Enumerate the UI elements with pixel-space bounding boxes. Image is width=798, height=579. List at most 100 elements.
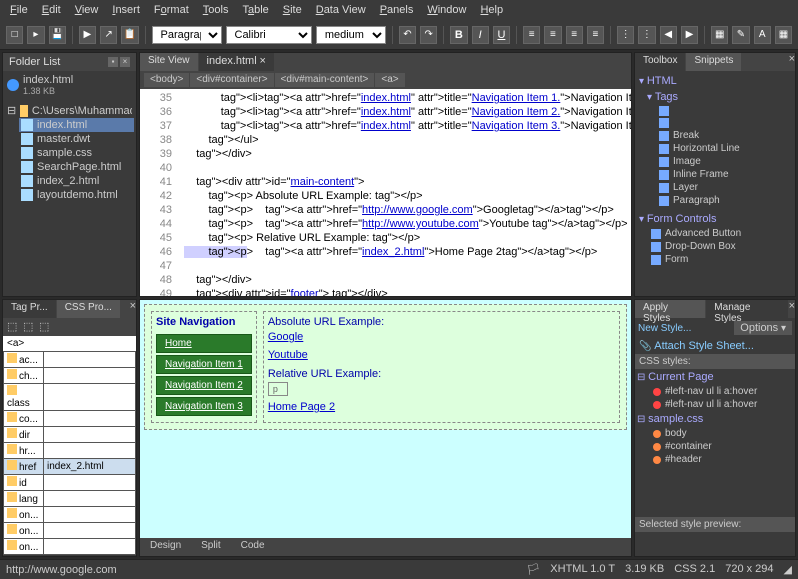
panel-close-icon[interactable]: × bbox=[120, 57, 130, 67]
tab-toolbox[interactable]: Toolbox bbox=[635, 53, 685, 71]
filter-icon[interactable]: ⬚ bbox=[23, 320, 37, 334]
style-rule[interactable]: body bbox=[649, 427, 795, 440]
toolbox-item[interactable]: Form bbox=[647, 253, 793, 266]
panel-pin-icon[interactable]: ▪ bbox=[108, 57, 118, 67]
menu-file[interactable]: File bbox=[4, 2, 34, 18]
property-row[interactable]: ch... bbox=[4, 368, 136, 384]
bullets-icon[interactable]: ⋮ bbox=[617, 26, 634, 44]
crumb-body[interactable]: <body> bbox=[144, 73, 189, 87]
tab-tagprops[interactable]: Tag Pr... bbox=[3, 300, 56, 318]
redo-icon[interactable]: ↷ bbox=[420, 26, 437, 44]
nav-button[interactable]: Navigation Item 1 bbox=[156, 355, 252, 374]
style-rule[interactable]: #left-nav ul li a:hover bbox=[649, 385, 795, 398]
style-rule[interactable]: #header bbox=[649, 453, 795, 466]
indent-icon[interactable]: ▶ bbox=[681, 26, 698, 44]
minus-icon[interactable]: ⊟ bbox=[7, 104, 16, 117]
tab-applystyles[interactable]: Apply Styles bbox=[635, 300, 705, 318]
crumb-main[interactable]: <div#main-content> bbox=[275, 73, 375, 87]
tab-cssprops[interactable]: CSS Pro... bbox=[57, 300, 120, 318]
status-doctype[interactable]: XHTML 1.0 T bbox=[550, 563, 615, 576]
link-google[interactable]: Google bbox=[268, 331, 303, 343]
panel-close-icon[interactable]: × bbox=[789, 53, 795, 65]
fontcolor-icon[interactable]: A bbox=[754, 26, 771, 44]
toolbox-item[interactable]: Advanced Button bbox=[647, 227, 793, 240]
outdent-icon[interactable]: ◀ bbox=[660, 26, 677, 44]
sort-icon[interactable]: ⬚ bbox=[7, 320, 21, 334]
justify-icon[interactable]: ≡ bbox=[587, 26, 604, 44]
folder-path[interactable]: ⊟ C:\Users\Muhammad.Waqas\Do bbox=[5, 103, 134, 118]
numbers-icon[interactable]: ⋮ bbox=[638, 26, 655, 44]
group-current-page[interactable]: ⊟ Current Page bbox=[635, 369, 795, 385]
az-icon[interactable]: ⬚ bbox=[39, 320, 53, 334]
property-row[interactable]: id bbox=[4, 475, 136, 491]
crumb-container[interactable]: <div#container> bbox=[190, 73, 273, 87]
property-row[interactable]: on... bbox=[4, 507, 136, 523]
property-row[interactable]: co... bbox=[4, 411, 136, 427]
toolbox-item[interactable]: Drop-Down Box bbox=[647, 240, 793, 253]
align-left-icon[interactable]: ≡ bbox=[523, 26, 540, 44]
crumb-a[interactable]: <a> bbox=[375, 73, 404, 87]
file-item[interactable]: index.html bbox=[19, 118, 134, 132]
tab-code[interactable]: Code bbox=[231, 538, 275, 556]
bold-icon[interactable]: B bbox=[450, 26, 467, 44]
property-row[interactable]: on... bbox=[4, 523, 136, 539]
new-style-link[interactable]: New Style... bbox=[638, 323, 691, 334]
toolbox-item[interactable]: Break bbox=[655, 129, 793, 142]
nav-button[interactable]: Navigation Item 2 bbox=[156, 376, 252, 395]
group-form[interactable]: ▾ Form Controls bbox=[637, 211, 793, 227]
save-icon[interactable]: 💾 bbox=[49, 26, 66, 44]
align-center-icon[interactable]: ≡ bbox=[544, 26, 561, 44]
menu-site[interactable]: Site bbox=[277, 2, 308, 18]
toolbox-item[interactable]: Paragraph bbox=[655, 194, 793, 207]
menu-panels[interactable]: Panels bbox=[374, 2, 420, 18]
menu-help[interactable]: Help bbox=[474, 2, 509, 18]
file-item[interactable]: layoutdemo.html bbox=[19, 188, 134, 202]
property-row[interactable]: hrefindex_2.html bbox=[4, 459, 136, 475]
preview-icon[interactable]: ▶ bbox=[79, 26, 96, 44]
status-zoom-icon[interactable]: ◢ bbox=[784, 563, 792, 576]
tab-split[interactable]: Split bbox=[191, 538, 230, 556]
menu-dataview[interactable]: Data View bbox=[310, 2, 372, 18]
file-item[interactable]: sample.css bbox=[19, 146, 134, 160]
property-row[interactable]: lang bbox=[4, 491, 136, 507]
nav-button[interactable]: Navigation Item 3 bbox=[156, 397, 252, 416]
menu-view[interactable]: View bbox=[69, 2, 105, 18]
undo-icon[interactable]: ↶ bbox=[399, 26, 416, 44]
file-item[interactable]: SearchPage.html bbox=[19, 160, 134, 174]
new-icon[interactable]: □ bbox=[6, 26, 23, 44]
attach-stylesheet-link[interactable]: 📎 Attach Style Sheet... bbox=[639, 341, 754, 352]
group-html[interactable]: ▾ HTML bbox=[637, 73, 793, 89]
font-combo[interactable]: Calibri bbox=[226, 26, 312, 44]
menu-edit[interactable]: Edit bbox=[36, 2, 67, 18]
toolbox-item[interactable]: Inline Frame bbox=[655, 168, 793, 181]
italic-icon[interactable]: I bbox=[472, 26, 489, 44]
menu-insert[interactable]: Insert bbox=[106, 2, 146, 18]
property-row[interactable]: on... bbox=[4, 539, 136, 555]
toolbox-item[interactable]: Layer bbox=[655, 181, 793, 194]
status-css[interactable]: CSS 2.1 bbox=[674, 563, 715, 576]
size-combo[interactable]: medium bbox=[316, 26, 386, 44]
tab-close-icon[interactable]: × bbox=[259, 55, 265, 67]
table-icon[interactable]: ▦ bbox=[775, 26, 792, 44]
menu-table[interactable]: Table bbox=[236, 2, 274, 18]
tab-managestyles[interactable]: Manage Styles bbox=[706, 300, 787, 318]
file-item[interactable]: master.dwt bbox=[19, 132, 134, 146]
toolbox-item[interactable]: Horizontal Line bbox=[655, 142, 793, 155]
file-item[interactable]: index_2.html bbox=[19, 174, 134, 188]
toolbox-item[interactable] bbox=[655, 117, 793, 129]
link-homepage2[interactable]: Home Page 2 bbox=[268, 401, 335, 413]
tab-indexhtml[interactable]: index.html × bbox=[199, 53, 274, 71]
property-row[interactable]: dir bbox=[4, 427, 136, 443]
style-rule[interactable]: #container bbox=[649, 440, 795, 453]
underline-icon[interactable]: U bbox=[493, 26, 510, 44]
align-right-icon[interactable]: ≡ bbox=[566, 26, 583, 44]
property-row[interactable]: hr... bbox=[4, 443, 136, 459]
paste-icon[interactable]: 📋 bbox=[121, 26, 138, 44]
panel-close-icon[interactable]: × bbox=[789, 300, 795, 312]
publish-icon[interactable]: ↗ bbox=[100, 26, 117, 44]
tab-snippets[interactable]: Snippets bbox=[686, 53, 741, 71]
property-row[interactable]: class bbox=[4, 384, 136, 411]
group-sample-css[interactable]: ⊟ sample.css bbox=[635, 411, 795, 427]
toolbox-item[interactable]: Image bbox=[655, 155, 793, 168]
design-surface[interactable]: Site Navigation HomeNavigation Item 1Nav… bbox=[140, 300, 631, 538]
